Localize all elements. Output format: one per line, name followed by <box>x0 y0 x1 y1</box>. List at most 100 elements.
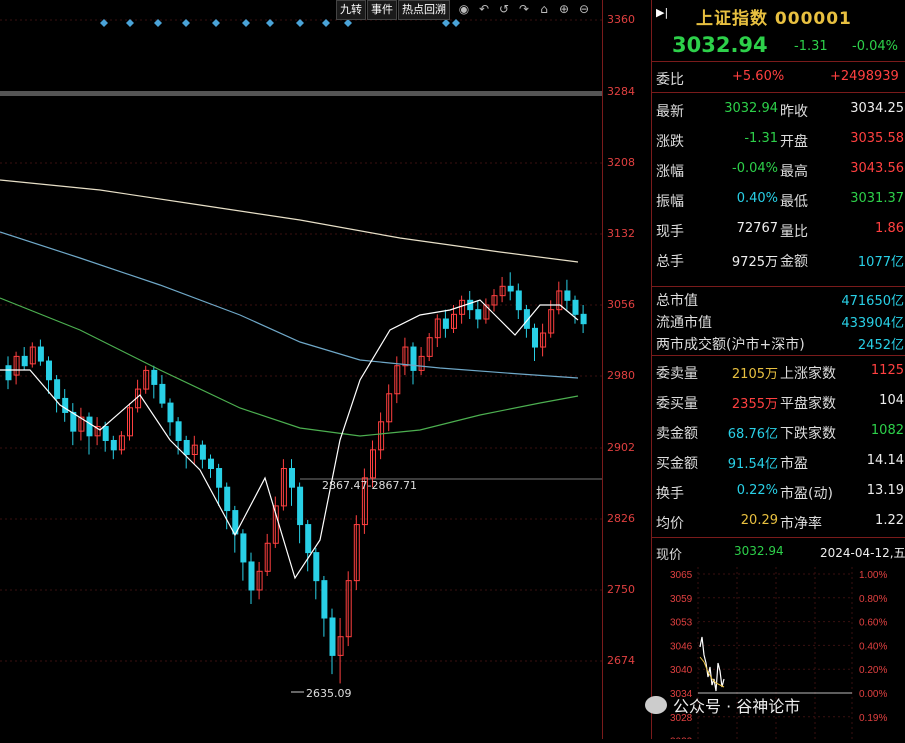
row-value-left: -1.31 <box>744 131 778 146</box>
row-value-left: 0.22% <box>736 483 778 498</box>
kline-svg <box>0 19 602 693</box>
candle-body <box>151 369 158 385</box>
row-label-right: 市盈(动) <box>780 486 833 502</box>
row-label-right: 市盈 <box>780 456 808 472</box>
candle-body <box>329 617 336 656</box>
row-value-left: 72767 <box>736 221 778 236</box>
row-value-right: 3031.37 <box>850 191 904 206</box>
row-value-right: 1.22 <box>875 513 904 528</box>
axis-tick: 2750 <box>607 583 635 596</box>
event-marker-icon[interactable] <box>296 19 304 27</box>
quote-panel: ▶| 上证指数 000001 3032.94 -1.31 -0.04% 委比 +… <box>651 0 905 743</box>
zoom-out-icon[interactable]: ⊖ <box>577 2 591 16</box>
weibi-pct: +5.60% <box>732 69 785 84</box>
watermark-text: 公众号 · 谷神论市 <box>673 697 801 716</box>
row-label-right: 昨收 <box>780 104 808 120</box>
row-label-left: 现手 <box>656 224 684 240</box>
quote-row: 振幅 0.40% 最低 3031.37 <box>652 184 905 214</box>
quote-date: 2024-04-12,五 <box>820 546 905 560</box>
candle-body <box>216 468 223 488</box>
market-row: 流通市值 433904亿 <box>652 309 905 331</box>
market-value: 433904亿 <box>841 316 904 331</box>
event-marker-icon[interactable] <box>442 19 450 27</box>
row-label-right: 开盘 <box>780 134 808 150</box>
row-value-left: 2105万 <box>731 367 778 382</box>
candle-body <box>159 383 166 404</box>
row-label-left: 涨幅 <box>656 164 684 180</box>
event-marker-icon[interactable] <box>322 19 330 27</box>
axis-tick: 2826 <box>607 512 635 525</box>
candle-body <box>208 458 214 470</box>
event-marker-icon[interactable] <box>452 19 460 27</box>
axis-tick: 3132 <box>607 227 635 240</box>
candle-body <box>110 439 117 451</box>
row-value-right: 13.19 <box>866 483 904 498</box>
jiuzhuan-button[interactable]: 九转 <box>336 0 366 20</box>
event-marker-icon[interactable] <box>242 19 250 27</box>
row-value-right: 3043.56 <box>850 161 904 176</box>
row-label-left: 最新 <box>656 104 684 120</box>
row-label-right: 市净率 <box>780 516 822 532</box>
hotspot-review-button[interactable]: 热点回溯 <box>398 0 450 20</box>
axis-tick: 3284 <box>607 85 635 98</box>
mini-tick-left: 3065 <box>670 570 693 581</box>
event-marker-icon[interactable] <box>182 19 190 27</box>
zoom-in-icon[interactable]: ⊕ <box>557 2 571 16</box>
candle-body <box>515 290 522 311</box>
candle-body <box>37 346 44 362</box>
mini-tick-left: 3040 <box>670 665 693 676</box>
undo-icon[interactable]: ↶ <box>477 2 491 16</box>
market-row: 总市值 471650亿 <box>652 287 905 309</box>
market-row: 两市成交额(沪市+深市) 2452亿 <box>652 331 905 353</box>
axis-tick: 2674 <box>607 654 635 667</box>
row-value-left: 3032.94 <box>724 101 778 116</box>
candle-body <box>289 468 295 488</box>
row-label-left: 委卖量 <box>656 366 698 382</box>
lock-icon[interactable]: ⌂ <box>537 2 551 16</box>
mini-tick-right: 0.60% <box>859 618 887 629</box>
quote-row: 换手 0.22% 市盈(动) 13.19 <box>652 476 905 506</box>
candle-body <box>175 421 182 441</box>
mini-tick-right: 0.80% <box>859 594 887 605</box>
event-marker-icon[interactable] <box>126 19 134 27</box>
candle-body <box>240 533 247 563</box>
event-marker-icon[interactable] <box>212 19 220 27</box>
price-row: 3032.94 -1.31 -0.04% <box>652 32 905 60</box>
candle-body <box>580 313 587 325</box>
row-label-right: 最高 <box>780 164 808 180</box>
market-label: 两市成交额(沪市+深市) <box>656 337 805 353</box>
toolbar: 九转 事件 热点回溯 <box>336 0 451 20</box>
row-label-left: 换手 <box>656 486 684 502</box>
axis-tick: 2902 <box>607 441 635 454</box>
row-label-right: 下跌家数 <box>780 426 836 442</box>
row-value-right: 14.14 <box>866 453 904 468</box>
row-label-right: 最低 <box>780 194 808 210</box>
events-button[interactable]: 事件 <box>367 0 397 20</box>
candle-body <box>297 486 304 526</box>
event-marker-icon[interactable] <box>266 19 274 27</box>
ma5-line <box>0 299 579 580</box>
candle-body <box>102 425 109 441</box>
row-value-right: 1077亿 <box>857 255 904 270</box>
eye-icon[interactable]: ◉ <box>457 2 471 16</box>
expand-arrow-icon[interactable]: ▶| <box>656 6 668 19</box>
quote-row: 均价 20.29 市净率 1.22 <box>652 506 905 536</box>
row-value-right: 1082 <box>870 423 904 438</box>
price-axis: 3360 3284 3208 3132 3056 2980 2902 2826 … <box>602 0 651 739</box>
weibi-label: 委比 <box>656 72 684 88</box>
separator-band <box>0 91 602 96</box>
redo-icon[interactable]: ↷ <box>517 2 531 16</box>
candle-body <box>224 486 231 512</box>
undo-alt-icon[interactable]: ↺ <box>497 2 511 16</box>
quote-row: 现手 72767 量比 1.86 <box>652 214 905 244</box>
row-value-right: 1.86 <box>875 221 904 236</box>
candle-body <box>199 444 206 460</box>
candlestick-chart[interactable]: 九转 事件 热点回溯 ◉ ↶ ↺ ↷ ⌂ ⊕ ⊖ 2867.47-2867.71… <box>0 0 602 739</box>
toolbar-icons: ◉ ↶ ↺ ↷ ⌂ ⊕ ⊖ <box>457 2 591 16</box>
candle-body <box>5 365 12 381</box>
candle-body <box>167 402 174 423</box>
candle-body <box>305 524 312 554</box>
quote-row: 总手 9725万 金额 1077亿 <box>652 244 905 274</box>
mini-tick-right: 0.40% <box>859 641 887 652</box>
row-value-right: 1125 <box>870 363 904 378</box>
